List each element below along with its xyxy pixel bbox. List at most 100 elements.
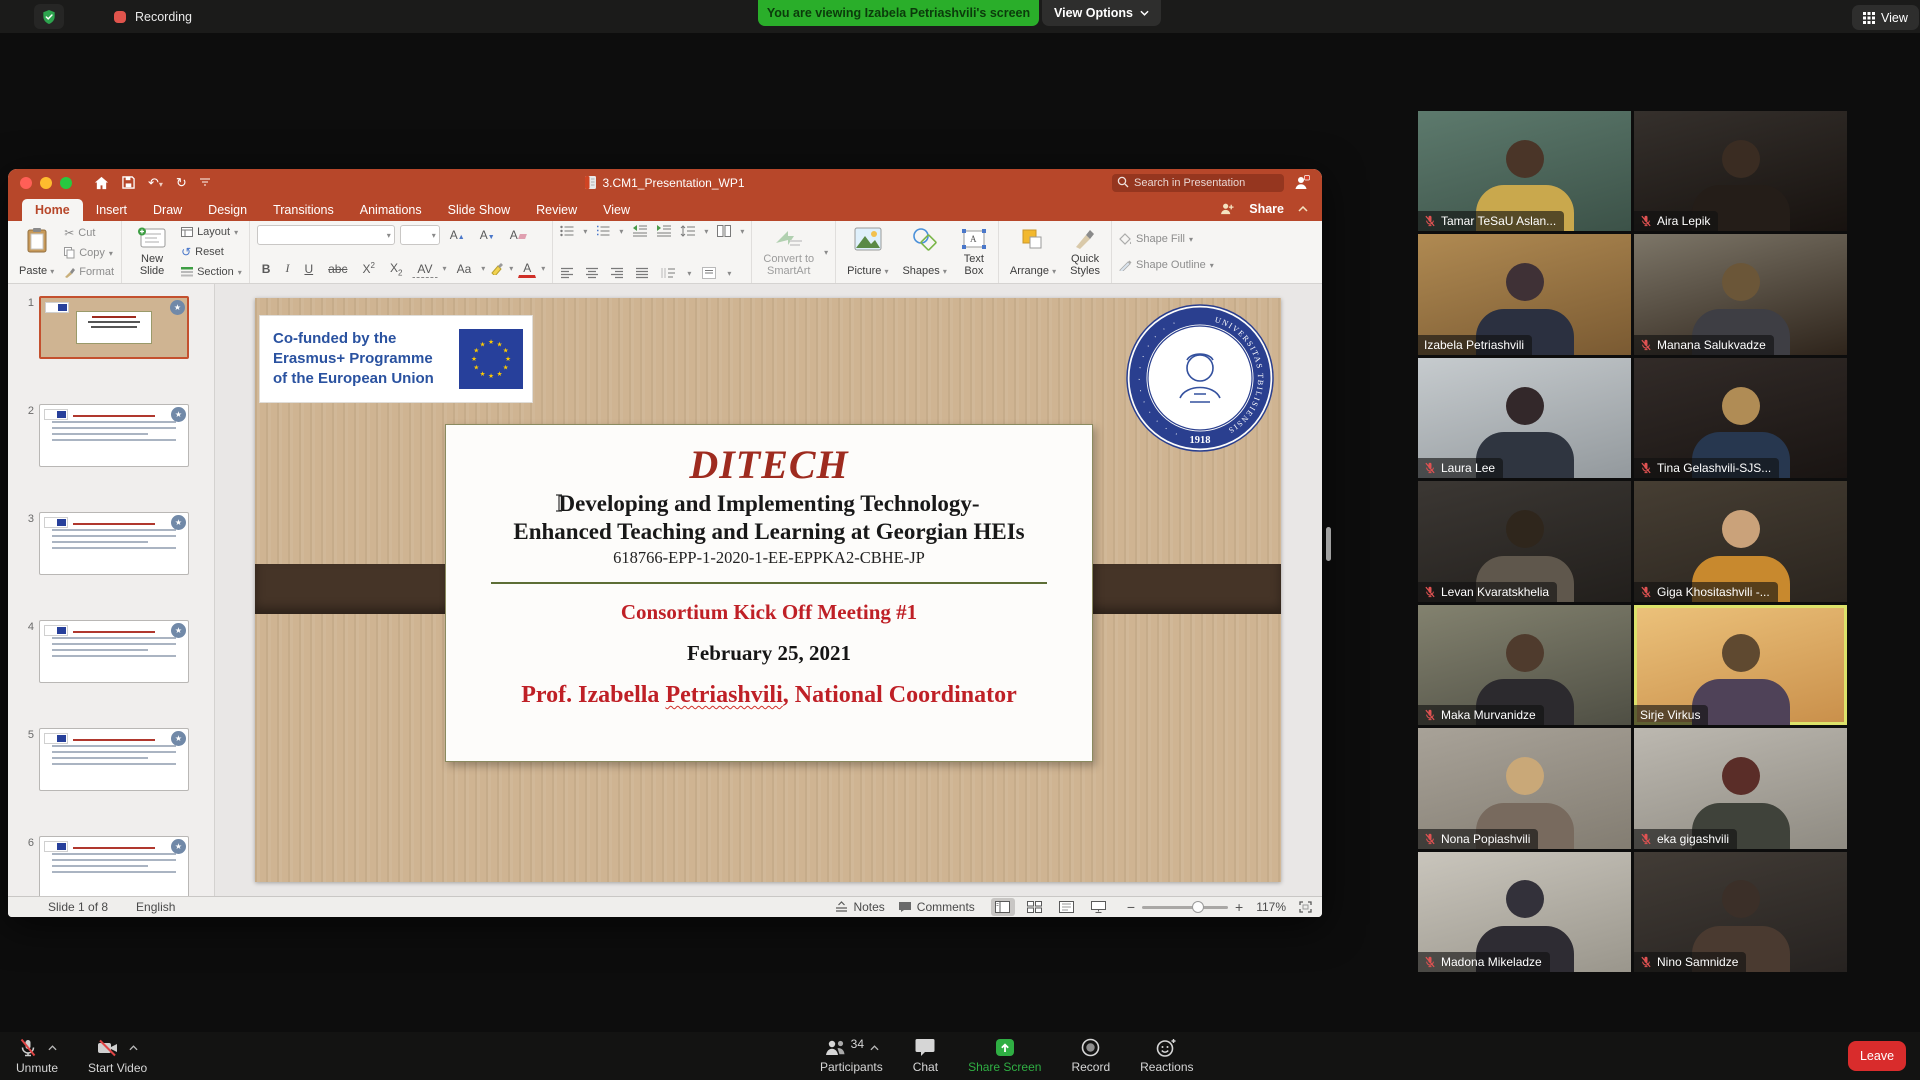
highlight-color-icon[interactable] (490, 262, 504, 275)
zoom-slider-knob[interactable] (1192, 901, 1204, 913)
shape-fill-button[interactable]: Shape Fill▾ (1119, 233, 1214, 245)
participant-video-tile[interactable]: Maka Murvanidze (1418, 605, 1631, 725)
slide-sorter-view-button[interactable] (1023, 898, 1047, 916)
format-painter-button[interactable]: Format (64, 266, 114, 278)
bullets-icon[interactable] (560, 225, 574, 237)
increase-font-button[interactable]: A▲ (445, 226, 470, 244)
participant-video-tile[interactable]: Levan Kvaratskhelia (1418, 481, 1631, 601)
participant-video-tile[interactable]: Tamar TeSaU Aslan... (1418, 111, 1631, 231)
shapes-button[interactable]: Shapes ▾ (898, 225, 950, 279)
reading-view-button[interactable] (1055, 898, 1079, 916)
font-size-select[interactable]: ▾ (400, 225, 440, 245)
customize-toolbar-icon[interactable] (200, 178, 210, 187)
slideshow-view-button[interactable] (1087, 898, 1111, 916)
arrange-button[interactable]: Arrange ▾ (1006, 225, 1060, 279)
record-button[interactable]: Record (1071, 1038, 1110, 1074)
slide-thumbnail[interactable]: 1 ★ (8, 296, 214, 359)
ribbon-tab[interactable]: Draw (140, 199, 195, 221)
zoom-window-button[interactable] (60, 177, 72, 189)
numbering-icon[interactable] (596, 225, 610, 237)
text-direction-icon[interactable] (660, 267, 676, 279)
strikethrough-button[interactable]: abc (323, 260, 352, 278)
save-icon[interactable] (122, 176, 135, 189)
leave-button[interactable]: Leave (1848, 1041, 1906, 1071)
search-input[interactable] (1112, 174, 1284, 192)
participant-video-tile[interactable]: Izabela Petriashvili (1418, 234, 1631, 354)
increase-indent-icon[interactable] (656, 225, 671, 237)
new-slide-button[interactable]: New Slide (129, 225, 175, 279)
participant-video-tile[interactable]: Giga Khositashvili -... (1634, 481, 1847, 601)
participant-video-tile[interactable]: Manana Salukvadze (1634, 234, 1847, 354)
italic-button[interactable]: I (280, 259, 294, 278)
align-left-icon[interactable] (560, 267, 574, 279)
ribbon-tab[interactable]: Slide Show (435, 199, 524, 221)
align-center-icon[interactable] (585, 267, 599, 279)
section-button[interactable]: Section▾ (181, 266, 242, 278)
ribbon-tab[interactable]: Review (523, 199, 590, 221)
zoom-in-button[interactable]: + (1235, 899, 1243, 915)
text-box-button[interactable]: A TextBox (957, 225, 991, 279)
layout-button[interactable]: Layout▾ (181, 226, 242, 238)
font-color-button[interactable]: A (518, 260, 536, 278)
change-case-button[interactable]: Aa (452, 260, 477, 278)
home-icon[interactable] (94, 176, 109, 190)
participants-chevron-icon[interactable] (870, 1045, 879, 1051)
slide-thumbnail[interactable]: 4 ★ (8, 620, 214, 683)
superscript-button[interactable]: X2 (357, 259, 379, 278)
collapse-ribbon-icon[interactable] (1298, 206, 1308, 212)
close-window-button[interactable] (20, 177, 32, 189)
share-screen-button[interactable]: Share Screen (968, 1038, 1041, 1074)
view-options-button[interactable]: View Options (1042, 0, 1161, 26)
ribbon-tab[interactable]: View (590, 199, 643, 221)
decrease-font-button[interactable]: A▼ (475, 226, 500, 244)
slide-thumbnail-preview[interactable]: ★ (39, 296, 189, 359)
slide-thumbnail[interactable]: 3 ★ (8, 512, 214, 575)
zoom-percentage[interactable]: 117% (1256, 900, 1286, 914)
slide-thumbnail-preview[interactable]: ★ (39, 404, 189, 467)
participant-video-tile[interactable]: Tina Gelashvili-SJS... (1634, 358, 1847, 478)
quick-styles-button[interactable]: QuickStyles (1066, 225, 1104, 279)
fit-slide-icon[interactable] (1299, 901, 1312, 913)
ribbon-tab[interactable]: Insert (83, 199, 140, 221)
zoom-slider[interactable] (1142, 906, 1228, 909)
underline-button[interactable]: U (299, 260, 318, 278)
participant-video-tile[interactable]: Nona Popiashvili (1418, 728, 1631, 848)
participant-video-tile[interactable]: Laura Lee (1418, 358, 1631, 478)
redo-icon[interactable]: ↻ (176, 175, 187, 191)
character-spacing-button[interactable]: AV (412, 260, 437, 278)
participants-button[interactable]: 34 Participants (820, 1039, 883, 1074)
unmute-button[interactable]: Unmute (16, 1038, 58, 1075)
presence-user-icon[interactable] (1294, 175, 1310, 190)
view-button[interactable]: View (1852, 5, 1919, 30)
slide-thumbnail-preview[interactable]: ★ (39, 512, 189, 575)
zoom-out-button[interactable]: − (1127, 899, 1135, 915)
reactions-button[interactable]: Reactions (1140, 1038, 1193, 1074)
ribbon-tab[interactable]: Transitions (260, 199, 347, 221)
copy-button[interactable]: Copy▾ (64, 247, 114, 259)
align-text-icon[interactable] (702, 267, 716, 279)
minimize-window-button[interactable] (40, 177, 52, 189)
comments-button[interactable]: Comments (898, 900, 975, 914)
language-indicator[interactable]: English (136, 900, 175, 914)
slide-thumbnail[interactable]: 5 ★ (8, 728, 214, 791)
notes-button[interactable]: Notes (835, 900, 884, 914)
participant-video-tile[interactable]: eka gigashvili (1634, 728, 1847, 848)
clear-formatting-button[interactable]: A (505, 226, 531, 244)
picture-button[interactable]: Picture ▾ (843, 225, 892, 279)
start-video-button[interactable]: Start Video (88, 1038, 147, 1075)
normal-view-button[interactable] (991, 898, 1015, 916)
participant-video-tile[interactable]: Sirje Virkus (1634, 605, 1847, 725)
ribbon-tab[interactable]: Design (195, 199, 260, 221)
decrease-indent-icon[interactable] (632, 225, 647, 237)
line-spacing-icon[interactable] (680, 225, 695, 237)
undo-icon[interactable]: ↶▾ (148, 175, 163, 191)
slide-editing-area[interactable]: Co-funded by the Erasmus+ Programme of t… (255, 298, 1281, 882)
mic-options-chevron-icon[interactable] (48, 1045, 57, 1051)
slide-thumbnail[interactable]: 6 ★ (8, 836, 214, 896)
slide-thumbnail-preview[interactable]: ★ (39, 836, 189, 896)
video-options-chevron-icon[interactable] (129, 1045, 138, 1051)
ribbon-tab[interactable]: Animations (347, 199, 435, 221)
cut-button[interactable]: ✂Cut (64, 226, 114, 240)
participant-video-tile[interactable]: Nino Samnidze (1634, 852, 1847, 972)
shared-screen-resize-handle[interactable] (1326, 527, 1331, 561)
